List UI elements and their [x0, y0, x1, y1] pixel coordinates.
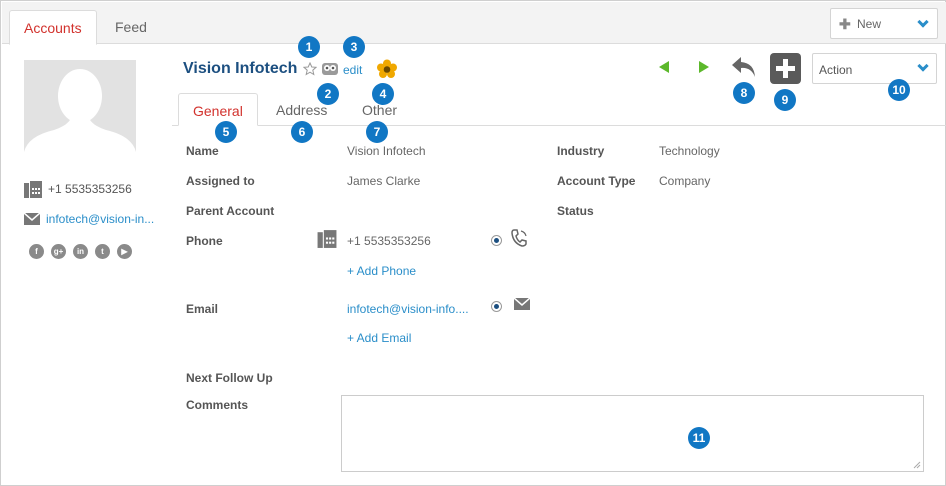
industry-value: Technology [659, 144, 720, 158]
action-select-label: Action [819, 63, 853, 77]
google-plus-icon[interactable]: g+ [51, 244, 66, 259]
app-window: Accounts Feed ✚ New +1 5535353256 infote… [0, 0, 946, 486]
favorite-star-icon[interactable] [303, 62, 317, 76]
parent-account-label: Parent Account [186, 204, 275, 218]
callout-badge-4: 4 [372, 83, 394, 105]
tab-feed[interactable]: Feed [101, 10, 161, 45]
twitter-icon[interactable]: t [95, 244, 110, 259]
callout-badge-3: 3 [343, 36, 365, 58]
callout-badge-11: 11 [688, 427, 710, 449]
profile-email[interactable]: infotech@vision-in... [24, 212, 154, 226]
plus-icon [776, 59, 795, 78]
record-title: Vision Infotech [183, 60, 298, 77]
tab-general[interactable]: General [178, 93, 258, 126]
call-phone-icon[interactable] [511, 229, 527, 247]
account-type-value: Company [659, 174, 711, 188]
send-email-icon[interactable] [514, 298, 530, 310]
callout-badge-6: 6 [291, 121, 313, 143]
profile-phone: +1 5535353256 [24, 179, 132, 199]
previous-arrow-icon[interactable] [659, 61, 670, 73]
name-label: Name [186, 144, 219, 158]
callout-badge-7: 7 [366, 121, 388, 143]
primary-email-radio[interactable] [491, 301, 502, 312]
name-value: Vision Infotech [347, 144, 426, 158]
new-button[interactable]: ✚ New [830, 8, 938, 39]
back-reply-icon[interactable] [731, 56, 757, 78]
facebook-icon[interactable]: f [29, 244, 44, 259]
action-select[interactable]: Action [812, 53, 937, 84]
profile-email-link[interactable]: infotech@vision-in... [46, 212, 154, 226]
primary-phone-radio[interactable] [491, 235, 502, 246]
plus-icon: ✚ [839, 16, 851, 32]
chevron-down-icon [917, 60, 929, 72]
linkedin-icon[interactable]: in [73, 244, 88, 259]
email-value[interactable]: infotech@vision-info.... [347, 302, 469, 316]
status-label: Status [557, 204, 594, 218]
comments-textarea[interactable] [341, 395, 924, 472]
top-tab-bar: Accounts Feed ✚ New [2, 2, 946, 45]
desk-phone-icon [24, 181, 42, 198]
owl-icon[interactable] [322, 62, 338, 76]
envelope-icon [24, 213, 40, 225]
add-phone-link[interactable]: + Add Phone [347, 264, 416, 278]
callout-badge-5: 5 [215, 121, 237, 143]
assigned-to-value: James Clarke [347, 174, 421, 188]
next-arrow-icon[interactable] [698, 61, 709, 73]
callout-badge-2: 2 [317, 83, 339, 105]
desk-phone-icon [317, 230, 337, 248]
chevron-down-icon [917, 16, 929, 28]
phone-label: Phone [186, 234, 223, 248]
email-label: Email [186, 302, 219, 316]
assigned-to-label: Assigned to [186, 174, 255, 188]
callout-badge-1: 1 [298, 36, 320, 58]
tab-accounts[interactable]: Accounts [9, 10, 97, 45]
callout-badge-8: 8 [733, 82, 755, 104]
profile-phone-text: +1 5535353256 [48, 182, 132, 196]
flower-icon[interactable] [376, 59, 398, 79]
resize-handle-icon[interactable] [913, 461, 921, 469]
new-button-label: New [857, 17, 882, 31]
next-follow-up-label: Next Follow Up [186, 371, 273, 385]
callout-badge-10: 10 [888, 79, 910, 101]
avatar [24, 60, 136, 164]
youtube-icon[interactable]: ▶ [117, 244, 132, 259]
industry-label: Industry [557, 144, 605, 158]
phone-value: +1 5535353256 [347, 234, 431, 248]
comments-label: Comments [186, 398, 249, 412]
social-links: f g+ in t ▶ [29, 244, 132, 259]
add-button[interactable] [770, 53, 801, 84]
account-type-label: Account Type [557, 174, 636, 188]
add-email-link[interactable]: + Add Email [347, 331, 411, 345]
edit-link[interactable]: edit [343, 63, 362, 77]
callout-badge-9: 9 [774, 89, 796, 111]
